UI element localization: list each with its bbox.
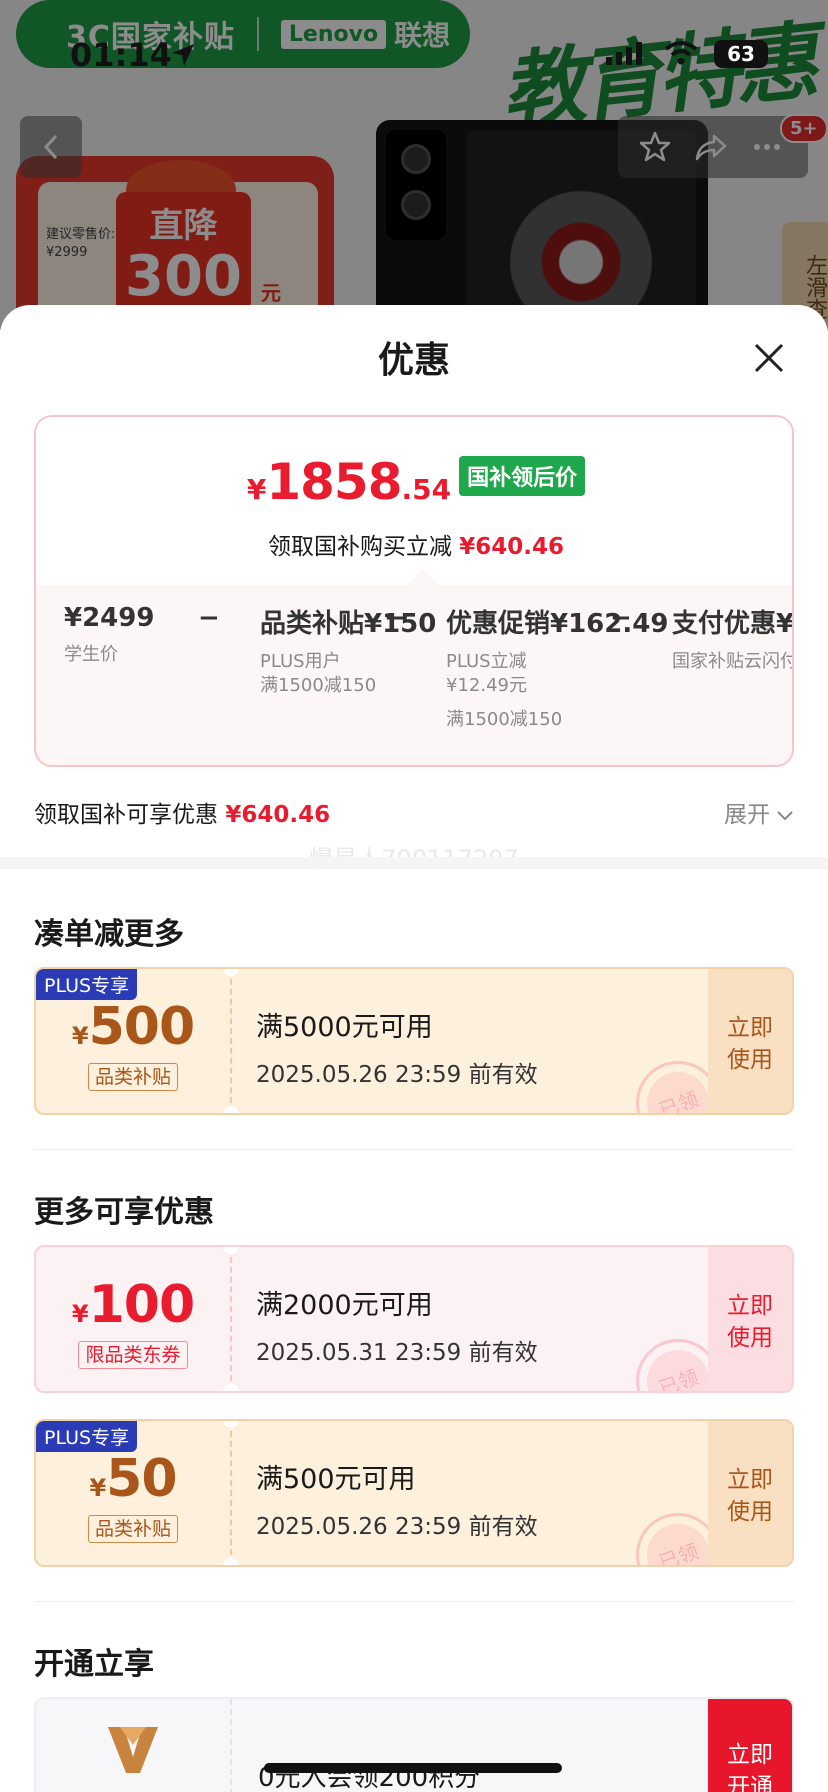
membership-card: 0元入会领200积分 立即 开通 (34, 1697, 794, 1792)
currency-symbol: ¥ (246, 473, 267, 506)
coupon-type-label: 品类补贴 (87, 1063, 178, 1091)
activate-now-label: 立即 开通 (727, 1742, 773, 1792)
formula-note-extra: 满1500减150 (446, 709, 563, 730)
section-title-more: 更多可享优惠 (34, 1195, 214, 1230)
coupon-type: 品类补贴 (36, 1515, 230, 1543)
formula-note: 国家补贴云闪付 (672, 651, 794, 672)
divider (34, 1601, 794, 1602)
close-icon[interactable] (752, 341, 786, 375)
coupon-divider (223, 969, 239, 1113)
use-now-button[interactable]: 立即 使用 (708, 1247, 792, 1391)
wifi-icon (664, 41, 698, 65)
coupon-amount: ¥50 (36, 1449, 230, 1509)
subtitle-text: 领取国补购买立减 (267, 534, 452, 560)
price-formula-area[interactable]: =¥2499学生价−品类补贴¥150PLUS用户 满1500减150−优惠促销¥… (36, 568, 794, 765)
formula-amount: 优惠促销¥162.49 (446, 609, 669, 639)
final-price-subtitle: 领取国补购买立减 ¥640.46 (36, 527, 792, 561)
coupon-value-area: ¥500 品类补贴 (36, 969, 230, 1113)
formula-note: PLUS立减 ¥12.49元 (446, 651, 527, 696)
coupon-type: 品类补贴 (36, 1063, 230, 1091)
formula-item: 品类补贴¥150 PLUS用户 满1500减150 (260, 603, 436, 698)
coupon-condition: 满500元可用 (256, 1464, 416, 1495)
coupon-value-area: ¥50 品类补贴 (36, 1421, 230, 1565)
formula-item: ¥2499 学生价 (64, 603, 154, 667)
cellular-signal-icon (606, 42, 642, 65)
use-now-button[interactable]: 立即 使用 (708, 1421, 792, 1565)
status-bar: 01:14 63 (0, 0, 828, 100)
claim-row: 领取国补可享优惠 ¥640.46 展开 (34, 791, 794, 831)
formula-item: 优惠促销¥162.49 PLUS立减 ¥12.49元满1500减150 (446, 603, 668, 732)
final-price-area: ¥1858.54 国补领后价 领取国补购买立减 ¥640.46 (36, 417, 792, 585)
coupon-value-area: ¥100 限品类东券 (36, 1247, 230, 1391)
expand-label: 展开 (724, 802, 770, 828)
final-price-decimal: .54 (401, 473, 452, 506)
formula-operator: − (610, 603, 632, 633)
coupon-divider (223, 1247, 239, 1391)
sheet-title: 优惠 (377, 340, 450, 381)
coupon-expiry: 2025.05.31 23:59 前有效 (256, 1340, 538, 1366)
use-now-button[interactable]: 立即 使用 (708, 969, 792, 1113)
coupon-amount: ¥100 (36, 1275, 230, 1335)
coupon-divider (223, 1421, 239, 1565)
coupon-amount: ¥500 (36, 997, 230, 1057)
claim-label-text: 领取国补可享优惠 (34, 802, 218, 828)
final-price: ¥1858.54 国补领后价 (36, 453, 792, 511)
coupon-type-label: 品类补贴 (87, 1515, 178, 1543)
home-indicator[interactable] (264, 1763, 562, 1773)
section-title-membership: 开通立享 (34, 1647, 154, 1682)
formula-operator: − (384, 603, 406, 633)
price-breakdown-card: ¥1858.54国补领后价 领取国补购买立减 ¥640.46 =¥2499学生价… (34, 415, 794, 767)
expand-button[interactable]: 展开 (724, 795, 794, 829)
card-divider (230, 1699, 232, 1792)
coupon-amount-value: 500 (88, 997, 196, 1057)
formula-amount: 品类补贴¥150 (260, 609, 437, 639)
use-now-label: 立即 使用 (727, 1293, 773, 1351)
subtitle-amount: ¥640.46 (459, 534, 565, 560)
activate-now-button[interactable]: 立即 开通 (708, 1699, 792, 1792)
coupon-amount-value: 50 (106, 1449, 177, 1509)
coupon-card: PLUS专享 ¥50 品类补贴 满500元可用 2025.05.26 23:59 前有效… (34, 1419, 794, 1567)
claim-label: 领取国补可享优惠 ¥640.46 (34, 795, 330, 829)
coupon-type: 限品类东券 (36, 1341, 230, 1369)
formula-note: PLUS用户 满1500减150 (260, 651, 377, 696)
currency-symbol: ¥ (71, 1300, 89, 1328)
formula-amount: ¥2499 (64, 603, 155, 633)
divider (34, 1149, 794, 1150)
use-now-label: 立即 使用 (727, 1015, 773, 1073)
coupon-condition: 满2000元可用 (256, 1290, 433, 1321)
coupon-expiry: 2025.05.26 23:59 前有效 (256, 1062, 538, 1088)
use-now-label: 立即 使用 (727, 1467, 773, 1525)
plus-membership-logo-icon (108, 1727, 158, 1773)
section-gap (0, 857, 828, 869)
location-arrow-icon (172, 44, 194, 66)
formula-item: 支付优惠¥3 国家补贴云闪付 (672, 603, 794, 674)
final-price-integer: 1858 (266, 453, 402, 511)
coupon-expiry: 2025.05.26 23:59 前有效 (256, 1514, 538, 1540)
national-subsidy-price-tag: 国补领后价 (459, 456, 586, 496)
coupon-card: PLUS专享 ¥500 品类补贴 满5000元可用 2025.05.26 23:59 前… (34, 967, 794, 1115)
status-time: 01:14 (70, 36, 172, 74)
battery-icon: 63 (714, 40, 768, 68)
claim-amount: ¥640.46 (225, 802, 331, 828)
formula-note: 学生价 (64, 644, 118, 665)
section-title-bundle: 凑单减更多 (34, 917, 184, 952)
coupon-amount-value: 100 (88, 1275, 196, 1335)
coupon-condition: 满5000元可用 (256, 1012, 433, 1043)
currency-symbol: ¥ (89, 1474, 107, 1502)
currency-symbol: ¥ (71, 1022, 89, 1050)
discount-sheet: 优惠 ¥1858.54国补领后价 领取国补购买立减 ¥640.46 =¥2499… (0, 305, 828, 1792)
coupon-type-label: 限品类东券 (78, 1341, 188, 1369)
coupon-card: ¥100 限品类东券 满2000元可用 2025.05.31 23:59 前有效 已领立… (34, 1245, 794, 1393)
chevron-down-icon (777, 810, 793, 820)
formula-amount: 支付优惠¥3 (672, 609, 794, 639)
formula-operator: − (198, 603, 220, 633)
